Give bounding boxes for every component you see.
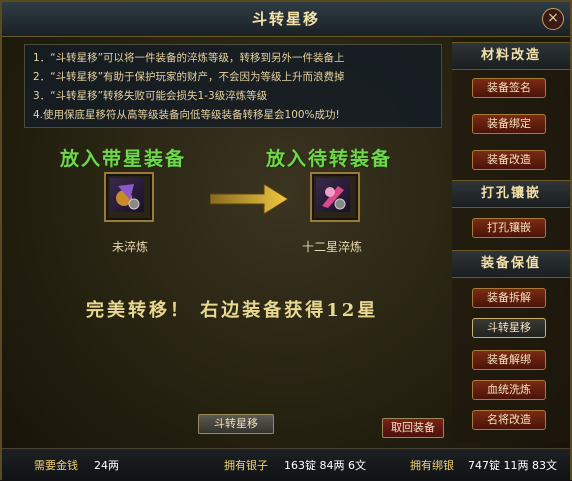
sidebar: 材料改造 装备签名 装备绑定 装备改造 打孔镶嵌 打孔镶嵌 装备保值 装备拆解 … bbox=[452, 38, 570, 442]
silver-label: 拥有银子 bbox=[224, 459, 268, 472]
target-equipment-slot[interactable] bbox=[310, 172, 360, 222]
equipment-unbind-button[interactable]: 装备解绑 bbox=[472, 350, 546, 370]
equipment-dismantle-button[interactable]: 装备拆解 bbox=[472, 288, 546, 308]
target-item-name: 十二星淬炼 bbox=[302, 240, 363, 254]
note-line: 1．“斗转星移”可以将一件装备的淬炼等级，转移到另外一件装备上 bbox=[33, 52, 345, 64]
source-slot-label: 放入带星装备 bbox=[60, 148, 187, 170]
window-title: 斗转星移 bbox=[251, 10, 320, 28]
equipment-bind-button[interactable]: 装备绑定 bbox=[472, 114, 546, 134]
source-item-name: 未淬炼 bbox=[112, 240, 149, 254]
target-slot-label: 放入待转装备 bbox=[266, 148, 393, 170]
note-line: 2．“斗转星移”有助于保护玩家的财产，不会因为等级上升而浪费掉 bbox=[33, 71, 345, 83]
silver-value: 163锭 84两 6文 bbox=[284, 459, 366, 472]
retrieve-equipment-button[interactable]: 取回装备 bbox=[382, 418, 444, 438]
title-bar[interactable]: 斗转星移 × bbox=[2, 2, 570, 37]
section-title-preserve: 装备保值 bbox=[452, 250, 570, 278]
note-line: 4.使用保底星移符从高等级装备向低等级装备转移星会100%成功! bbox=[33, 109, 340, 121]
bound-silver-value: 747锭 11两 83文 bbox=[468, 459, 557, 472]
socket-inlay-button[interactable]: 打孔镶嵌 bbox=[472, 218, 546, 238]
arrow-right-icon bbox=[210, 183, 289, 215]
bloodline-refine-button[interactable]: 血统洗炼 bbox=[472, 380, 546, 400]
dialog-window: 斗转星移 × 1．“斗转星移”可以将一件装备的淬炼等级，转移到另外一件装备上 2… bbox=[0, 0, 572, 481]
result-message: 完美转移！ 右边装备获得12星 bbox=[86, 300, 379, 321]
cost-value: 24两 bbox=[94, 459, 119, 472]
source-equipment-slot[interactable] bbox=[104, 172, 154, 222]
equipment-icon bbox=[316, 178, 350, 212]
close-button[interactable]: × bbox=[542, 8, 564, 30]
instruction-panel: 1．“斗转星移”可以将一件装备的淬炼等级，转移到另外一件装备上 2．“斗转星移”… bbox=[24, 44, 442, 128]
equipment-icon bbox=[110, 178, 144, 212]
equipment-sign-button[interactable]: 装备签名 bbox=[472, 78, 546, 98]
note-line: 3．“斗转星移”转移失败可能会损失1-3级淬炼等级 bbox=[33, 90, 268, 102]
general-modify-button[interactable]: 名将改造 bbox=[472, 410, 546, 430]
section-title-socket: 打孔镶嵌 bbox=[452, 180, 570, 208]
section-title-material: 材料改造 bbox=[452, 42, 570, 70]
equipment-modify-button[interactable]: 装备改造 bbox=[472, 150, 546, 170]
star-transfer-button[interactable]: 斗转星移 bbox=[472, 318, 546, 338]
transfer-button[interactable]: 斗转星移 bbox=[198, 414, 274, 434]
transfer-panel: 放入带星装备 放入待转装备 未淬炼 十二星淬炼 完美转移！ 右边装备获得12星 bbox=[20, 130, 446, 448]
cost-label: 需要金钱 bbox=[34, 459, 78, 472]
currency-bar: 需要金钱 24两 拥有银子 163锭 84两 6文 拥有绑银 747锭 11两 … bbox=[2, 448, 570, 481]
bound-silver-label: 拥有绑银 bbox=[410, 459, 454, 472]
